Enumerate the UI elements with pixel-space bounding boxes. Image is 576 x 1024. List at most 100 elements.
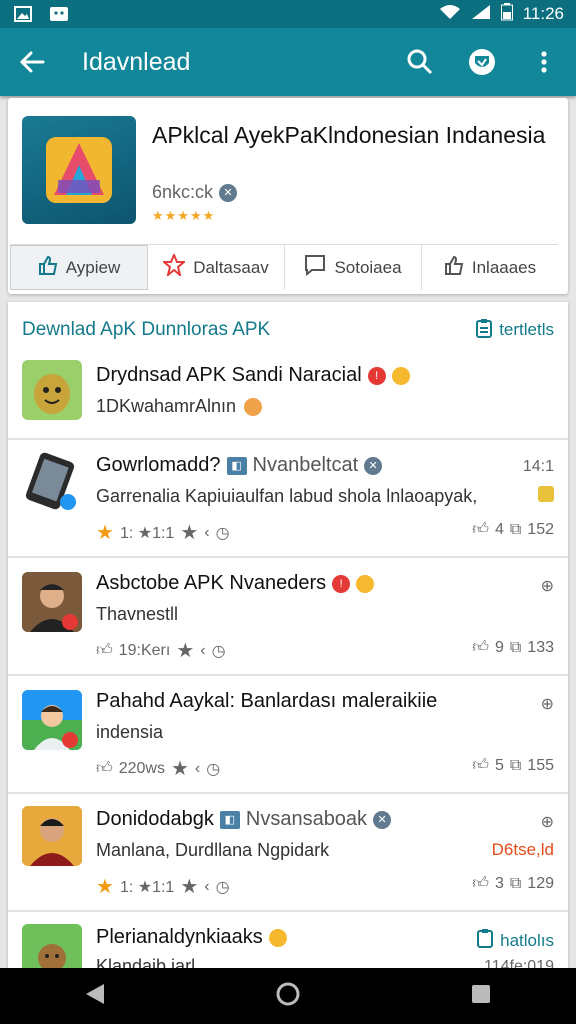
action-tabs: Aypiew Daltasaav Sotoiaea Inlaaaes — [10, 244, 558, 290]
clock: 11:26 — [522, 4, 564, 23]
emoji-icon — [268, 928, 287, 947]
tab-label: Inlaaaes — [471, 257, 537, 277]
app-icon[interactable] — [22, 116, 136, 224]
list-item[interactable]: Donidodabgk ◧ Nvsansaboak ✕ ⊕ Manlana, D… — [8, 792, 568, 910]
list-item[interactable]: Gowrlomadd? ◧ Nvanbeltcat ✕ 14:1 Garrena… — [8, 438, 568, 556]
download-list-card: Dewnlad ApK Dunnloras APK tertletls Dryd… — [8, 302, 568, 970]
item-title-row: Pahahd Aaykal: Banlardası maleraikiie — [96, 690, 437, 713]
item-subtitle: 1DKwahamrAlnın — [96, 396, 237, 416]
item-title-row: Drydnsad APK Sandi Naracial ! — [96, 364, 410, 387]
clipboard-icon — [476, 928, 494, 953]
emoji-icon — [391, 366, 410, 385]
item-title: Pahahd Aaykal: Banlardası maleraikiie — [96, 690, 438, 712]
globe-icon[interactable]: ⊕ — [541, 694, 554, 714]
wifi-icon — [439, 4, 461, 25]
verified-badge-icon: ◧ — [219, 810, 240, 829]
app-thumbnail — [22, 360, 82, 420]
item-title-row: Gowrlomadd? ◧ Nvanbeltcat ✕ — [96, 454, 383, 477]
comment-count: 133 — [527, 638, 554, 656]
star-icon: ★ — [176, 640, 195, 662]
back-arrow-icon[interactable] — [16, 46, 48, 78]
item-title-row: Asbctobe APK Nvaneders ! — [96, 572, 375, 595]
comment-icon[interactable]: ⧉ — [510, 875, 521, 893]
details-link-label: hatlolıs — [500, 930, 554, 950]
avatar — [22, 572, 82, 632]
thumbs-up-icon[interactable]: 👍︎ — [472, 520, 489, 539]
battery-icon — [500, 2, 513, 26]
developer-name[interactable]: 6nkc:ck — [152, 182, 213, 203]
alert-badge-icon: ! — [332, 574, 351, 593]
shield-icon[interactable] — [466, 46, 498, 78]
emoji-icon — [356, 574, 375, 593]
app-title: APklcal AyekPaKlndonesian Indanesia — [152, 122, 546, 148]
verified-icon: ✕ — [219, 183, 238, 202]
status-bar: 11:26 — [0, 0, 576, 28]
clock-icon: ◷ — [215, 524, 230, 542]
item-stats: 👍︎ 9 ⧉ 133 — [472, 638, 554, 657]
tab-review[interactable]: Aypiew — [10, 245, 148, 290]
clipboard-icon — [475, 318, 493, 343]
item-title: Gowrlomadd? — [96, 454, 221, 476]
item-stats: 👍︎ 4 ⧉ 152 — [472, 520, 554, 539]
thumbs-up-icon — [38, 255, 58, 280]
section-header: Dewnlad ApK Dunnloras APK tertletls — [8, 302, 568, 358]
alert-badge-icon: ! — [367, 366, 386, 385]
system-nav-bar — [0, 968, 576, 1024]
like-count: 3 — [494, 874, 504, 892]
item-sub-row: 1DKwahamrAlnın — [96, 396, 263, 417]
clock-icon: ◷ — [206, 760, 221, 778]
meta-text: 1: ★1:1 — [119, 524, 175, 542]
home-circle-icon[interactable] — [275, 981, 301, 1012]
item-meta: 👍︎ 19:Kerı ★ ‹ ◷ — [96, 640, 226, 662]
tab-comments[interactable]: Sotoiaea — [285, 245, 422, 290]
thumbs-up-icon[interactable]: 👍︎ — [472, 638, 489, 657]
list-item[interactable]: Drydnsad APK Sandi Naracial ! 1DKwahamrA… — [8, 358, 568, 438]
back-triangle-icon[interactable] — [84, 982, 106, 1011]
gallery-notification-icon — [12, 6, 34, 22]
globe-icon[interactable]: ⊕ — [541, 576, 554, 596]
item-title: Asbctobe APK Nvaneders — [96, 572, 327, 594]
item-tag: Nvsansaboak — [245, 808, 368, 830]
comment-count: 129 — [527, 874, 554, 892]
item-subtitle: Thavnestll — [96, 604, 179, 624]
star-icon: ★ — [170, 758, 189, 780]
app-thumbnail — [22, 924, 82, 970]
developer-row: 6nkc:ck ✕ — [152, 182, 238, 203]
star-icon: ★ — [96, 522, 114, 544]
thumbs-up-icon[interactable]: 👍︎ — [472, 874, 489, 893]
comment-icon[interactable]: ⧉ — [510, 757, 521, 775]
list-item[interactable]: Plerianaldynkiaaks hatlolıs Klandaib iar… — [8, 910, 568, 970]
phone-thumbnail — [22, 452, 82, 512]
star-icon: ★ — [180, 876, 199, 898]
chat-bubble-icon — [304, 254, 326, 281]
more-options-icon[interactable] — [528, 46, 560, 78]
meta-text: 19:Kerı — [118, 641, 171, 659]
app-bar: Idavnlead — [0, 28, 576, 96]
verified-icon: ✕ — [373, 810, 392, 829]
item-meta: ★ 1: ★1:1 ★ ‹ ◷ — [96, 522, 230, 544]
tab-label: Daltasaav — [193, 257, 269, 277]
star-icon: ★ — [96, 876, 114, 898]
comment-count: 155 — [527, 756, 554, 774]
list-item[interactable]: Asbctobe APK Nvaneders ! ⊕ Thavnestll 👍︎… — [8, 556, 568, 674]
clock-icon: ◷ — [215, 878, 230, 896]
details-link[interactable]: hatlolıs — [476, 928, 554, 953]
comment-icon[interactable]: ⧉ — [510, 639, 521, 657]
comment-icon[interactable]: ⧉ — [510, 521, 521, 539]
thumbs-up-icon[interactable]: 👍︎ — [472, 756, 489, 775]
tab-label: Sotoiaea — [334, 257, 402, 277]
item-meta: 👍︎ 220ws ★ ‹ ◷ — [96, 758, 221, 780]
emoji-icon — [244, 397, 263, 416]
details-link[interactable]: tertletls — [475, 318, 554, 343]
price-label: D6tse,ld — [491, 840, 554, 859]
tab-favorite[interactable]: Daltasaav — [148, 245, 285, 290]
comment-count: 152 — [527, 520, 554, 538]
recents-square-icon[interactable] — [470, 983, 492, 1010]
item-title-row: Donidodabgk ◧ Nvsansaboak ✕ — [96, 808, 392, 831]
list-item[interactable]: Pahahd Aaykal: Banlardası maleraikiie ⊕ … — [8, 674, 568, 792]
tab-like[interactable]: Inlaaaes — [422, 245, 558, 290]
search-icon[interactable] — [404, 46, 436, 78]
item-title: Plerianaldynkiaaks — [96, 926, 263, 948]
item-title-row: Plerianaldynkiaaks — [96, 926, 287, 949]
globe-icon[interactable]: ⊕ — [541, 812, 554, 832]
